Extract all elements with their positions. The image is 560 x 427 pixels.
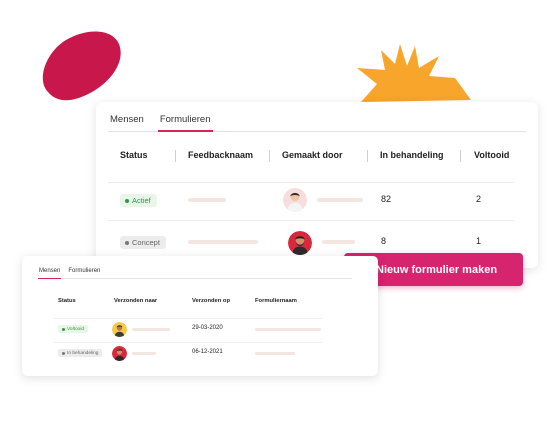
creator-name-placeholder (322, 240, 355, 244)
column-header-verzonden-op[interactable]: Verzonden op (192, 298, 230, 304)
tab-formulieren[interactable]: Formulieren (157, 114, 213, 132)
avatar (288, 231, 312, 255)
column-header-gemaakt-door[interactable]: Gemaakt door (282, 150, 343, 160)
status-dot-icon (62, 327, 65, 331)
status-label: Voltooid (67, 326, 85, 332)
status-dot-icon (125, 240, 129, 245)
row-divider (108, 220, 514, 221)
small-tabs: Mensen Formulieren (38, 267, 352, 279)
column-header-status[interactable]: Status (120, 150, 148, 160)
sent-date: 29-03-2020 (192, 325, 223, 331)
column-divider (367, 150, 368, 162)
avatar (112, 322, 127, 337)
tab-mensen[interactable]: Mensen (108, 114, 146, 132)
avatar (283, 188, 307, 212)
column-divider (269, 150, 270, 162)
feedback-name-placeholder (188, 240, 258, 244)
column-header-in-behandeling[interactable]: In behandeling (380, 150, 444, 160)
row-divider (54, 318, 322, 319)
sent-forms-card: Mensen Formulieren Status Verzonden naar… (22, 256, 378, 376)
tab-formulieren[interactable]: Formulieren (67, 267, 101, 279)
form-name-placeholder (255, 328, 321, 331)
main-tabs: Mensen Formulieren (108, 114, 526, 132)
tab-mensen[interactable]: Mensen (38, 267, 62, 279)
status-dot-icon (62, 351, 65, 355)
status-badge: In behandeling (58, 349, 103, 357)
column-header-verzonden-naar[interactable]: Verzonden naar (114, 298, 157, 304)
feedback-name-placeholder (188, 198, 226, 202)
column-header-feedbacknaam[interactable]: Feedbacknaam (188, 150, 253, 160)
column-header-status[interactable]: Status (58, 298, 76, 304)
column-header-voltooid[interactable]: Voltooid (474, 150, 509, 160)
creator-name-placeholder (317, 198, 363, 202)
in-behandeling-count: 82 (381, 194, 392, 204)
recipient-name-placeholder (132, 328, 170, 331)
status-badge: Voltooid (58, 325, 89, 333)
column-divider (175, 150, 176, 162)
status-badge: Concept (120, 236, 166, 249)
status-badge: Actief (120, 194, 157, 207)
decorative-red-blob (42, 31, 121, 101)
in-behandeling-count: 8 (381, 236, 387, 246)
status-dot-icon (125, 198, 129, 203)
sent-date: 06-12-2021 (192, 349, 223, 355)
row-divider (108, 182, 514, 183)
column-divider (460, 150, 461, 162)
avatar (112, 346, 127, 361)
new-form-button-label: Nieuw formulier maken (376, 263, 498, 276)
decorative-orange-star (357, 44, 471, 102)
status-label: Actief (132, 196, 151, 205)
status-label: In behandeling (67, 350, 99, 356)
voltooid-count: 1 (476, 236, 482, 246)
form-name-placeholder (255, 352, 295, 355)
recipient-name-placeholder (132, 352, 156, 355)
row-divider (54, 342, 322, 343)
forms-table-card: Mensen Formulieren Status Feedbacknaam G… (96, 102, 538, 268)
status-label: Concept (132, 238, 160, 247)
column-header-formuliernaam[interactable]: Formuliernaam (255, 298, 297, 304)
voltooid-count: 2 (476, 194, 482, 204)
